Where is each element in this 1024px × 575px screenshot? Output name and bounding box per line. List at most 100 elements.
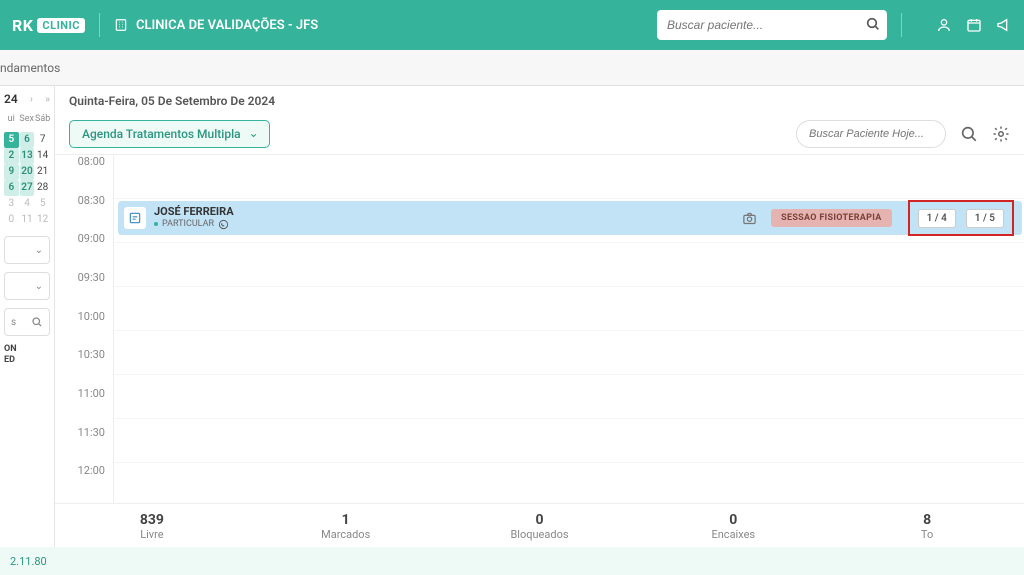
tab-agendamentos[interactable]: ndamentos: [0, 61, 74, 75]
mini-cal-day[interactable]: 21: [35, 164, 50, 180]
content: Quinta-Feira, 05 De Setembro De 2024 Age…: [55, 86, 1024, 547]
time-slot-label: 08:00: [55, 155, 105, 194]
stat-item: 8To: [830, 512, 1024, 541]
mini-calendar-header: 24 › »: [4, 92, 50, 106]
calendar-row[interactable]: [114, 331, 1024, 375]
header-divider: [99, 13, 100, 37]
mini-cal-day[interactable]: 27: [20, 180, 35, 196]
session-count-highlight: 1 / 4 1 / 5: [908, 200, 1014, 236]
calendar-row[interactable]: [114, 419, 1024, 463]
subheader-tabs: ndamentos: [0, 50, 1024, 86]
sidebar-dropdown-2[interactable]: ⌄: [4, 272, 50, 300]
main-area: 24 › » ui Sex Sáb 5672131492021627283450…: [0, 86, 1024, 547]
whatsapp-icon[interactable]: [218, 219, 229, 230]
agenda-dd-label: Agenda Tratamentos Multipla: [82, 127, 241, 141]
appointment[interactable]: JOSÉ FERREIRA PARTICULAR SESSAO FISIOTER…: [118, 201, 1022, 235]
event-column[interactable]: JOSÉ FERREIRA PARTICULAR SESSAO FISIOTER…: [113, 155, 1024, 503]
mini-cal-row: 567: [4, 132, 50, 148]
time-slot-label: 10:30: [55, 348, 105, 387]
appointment-texts: JOSÉ FERREIRA PARTICULAR: [154, 206, 734, 230]
mini-cal-row: 62728: [4, 180, 50, 196]
version-footer: 2.11.80: [0, 547, 1024, 575]
mini-cal-day[interactable]: 9: [4, 164, 19, 180]
stat-number: 0: [636, 512, 830, 528]
mini-cal-day[interactable]: 6: [4, 180, 19, 196]
mini-cal-title: 24: [4, 92, 18, 106]
mini-cal-day[interactable]: 4: [20, 196, 35, 212]
stat-item: 839Livre: [55, 512, 249, 541]
stat-item: 0Encaixes: [636, 512, 830, 541]
mini-cal-day[interactable]: 5: [35, 196, 50, 212]
agenda-dropdown[interactable]: Agenda Tratamentos Multipla: [69, 120, 270, 148]
calendar-row[interactable]: [114, 155, 1024, 199]
mini-cal-day[interactable]: 7: [35, 132, 50, 148]
content-header-actions: [796, 120, 1010, 148]
camera-icon[interactable]: [742, 211, 757, 226]
sidebar: 24 › » ui Sex Sáb 5672131492021627283450…: [0, 86, 55, 547]
side-label-l2: ED: [4, 355, 50, 366]
mini-cal-day[interactable]: 2: [4, 148, 19, 164]
mini-cal-day[interactable]: 11: [20, 212, 35, 228]
mini-cal-day[interactable]: 0: [4, 212, 19, 228]
day-header: Sex: [19, 114, 34, 124]
sidebar-dropdown-1[interactable]: ⌄: [4, 236, 50, 264]
mini-cal-grid[interactable]: 56721314920216272834501112: [4, 132, 50, 228]
appointment-plan: PARTICULAR: [162, 218, 214, 230]
mini-cal-day[interactable]: 28: [35, 180, 50, 196]
search-icon[interactable]: [865, 16, 881, 32]
clinic-name-text: CLINICA DE VALIDAÇÕES - JFS: [136, 18, 318, 33]
day-header: Sáb: [35, 114, 50, 124]
time-slot-label: 08:30: [55, 194, 105, 233]
clinic-selector[interactable]: CLINICA DE VALIDAÇÕES - JFS: [114, 18, 318, 33]
patient-search-input[interactable]: [657, 10, 887, 40]
time-column: 08:0008:3009:0009:3010:0010:3011:0011:30…: [55, 155, 113, 503]
settings-icon[interactable]: [992, 125, 1010, 143]
announce-icon[interactable]: [996, 17, 1012, 33]
brand-logo: RK CLINIC: [12, 16, 85, 35]
chevron-right-icon[interactable]: ›: [30, 94, 33, 105]
version-text: 2.11.80: [10, 555, 47, 568]
mini-cal-row: 01112: [4, 212, 50, 228]
session-count-1: 1 / 4: [918, 209, 956, 228]
side-label-l1: ON: [4, 344, 50, 355]
stat-label: Livre: [55, 528, 249, 541]
stat-item: 0Bloqueados: [443, 512, 637, 541]
calendar-row[interactable]: [114, 463, 1024, 503]
mini-cal-day[interactable]: 3: [4, 196, 19, 212]
brand-prefix: RK: [12, 16, 33, 35]
search-icon[interactable]: [960, 125, 978, 143]
user-icon[interactable]: [936, 17, 952, 33]
time-slot-label: 12:00: [55, 464, 105, 503]
mini-cal-day[interactable]: 12: [35, 212, 50, 228]
sidebar-search[interactable]: s: [4, 308, 50, 336]
chevron-double-right-icon[interactable]: »: [45, 94, 50, 105]
day-header: ui: [4, 114, 18, 124]
mini-cal-day[interactable]: 14: [35, 148, 50, 164]
date-label: Quinta-Feira, 05 De Setembro De 2024: [69, 94, 1010, 108]
stat-label: Bloqueados: [443, 528, 637, 541]
search-icon: [31, 316, 43, 328]
header-actions: [936, 17, 1012, 33]
mini-cal-day[interactable]: 5: [4, 132, 19, 148]
calendar-body: 08:0008:3009:0009:3010:0010:3011:0011:30…: [55, 154, 1024, 503]
stats-footer: 839Livre1Marcados0Bloqueados0Encaixes8To: [55, 503, 1024, 547]
stat-number: 839: [55, 512, 249, 528]
search-patient-today[interactable]: [796, 120, 946, 148]
mini-cal-day[interactable]: 13: [20, 148, 35, 164]
calendar-icon[interactable]: [966, 17, 982, 33]
mini-cal-row: 21314: [4, 148, 50, 164]
calendar-row[interactable]: [114, 375, 1024, 419]
stat-number: 8: [830, 512, 1024, 528]
sidebar-filter-label: ON ED: [4, 344, 50, 366]
patient-search[interactable]: [657, 10, 887, 40]
appointment-tag: SESSAO FISIOTERAPIA: [771, 209, 891, 227]
calendar-row[interactable]: [114, 243, 1024, 287]
status-dot-icon: [154, 222, 158, 226]
stat-label: Marcados: [249, 528, 443, 541]
time-slot-label: 09:00: [55, 232, 105, 271]
calendar-row[interactable]: [114, 287, 1024, 331]
mini-cal-day[interactable]: 20: [20, 164, 35, 180]
mini-cal-day[interactable]: 6: [20, 132, 35, 148]
appointment-type-icon: [124, 207, 146, 229]
appointment-subtitle: PARTICULAR: [154, 218, 734, 230]
